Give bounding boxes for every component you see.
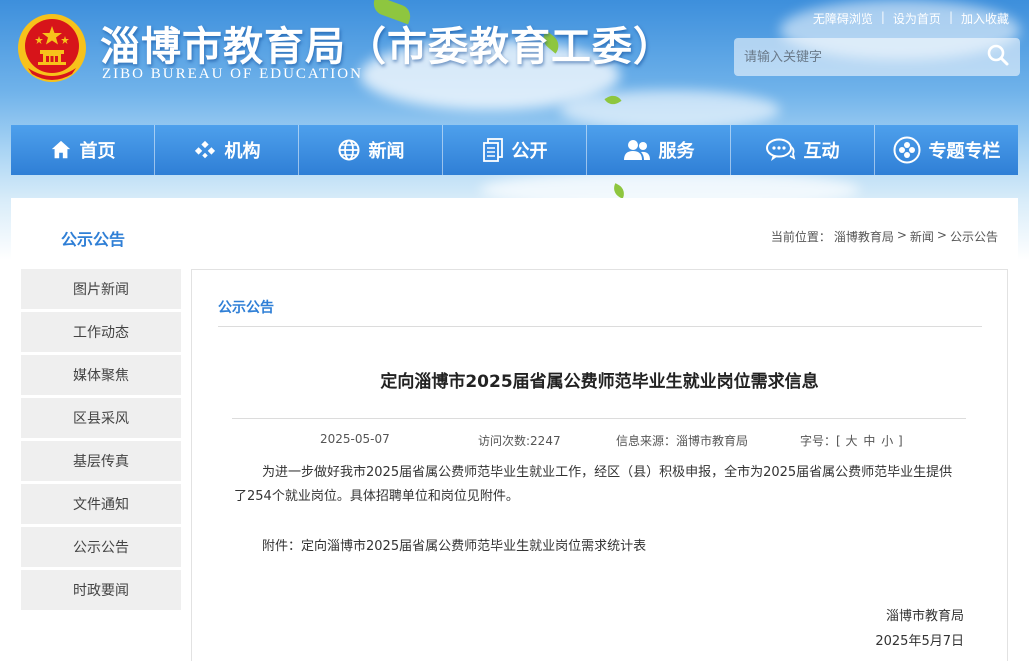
breadcrumb-news[interactable]: 新闻 [910,228,934,245]
nav-item-organization[interactable]: 机构 [155,125,299,175]
breadcrumb-separator: > [936,228,947,242]
nav-item-home[interactable]: 首页 [11,125,155,175]
sidebar-item-current-affairs[interactable]: 时政要闻 [21,570,181,610]
document-icon [482,138,504,162]
nav-label: 机构 [224,141,261,162]
search-box [734,38,1020,76]
nav-item-public[interactable]: 公开 [443,125,587,175]
accessibility-link[interactable]: 无障碍浏览 [813,10,873,27]
site-title: 淄博市教育局（市委教育工委） [100,23,674,70]
site-subtitle: ZIBO BUREAU OF EDUCATION [102,66,363,82]
panel-title: 公示公告 [218,300,274,316]
special-icon [893,136,921,164]
article-title: 定向淄博市2025届省属公费师范毕业生就业岗位需求信息 [380,372,819,392]
sidebar-item-notices[interactable]: 文件通知 [21,484,181,524]
search-input[interactable] [734,38,976,76]
nav-label: 新闻 [368,141,405,162]
breadcrumb: 当前位置： 淄博教育局 > 新闻 > 公示公告 [771,228,998,245]
content-area: 公示公告 当前位置： 淄博教育局 > 新闻 > 公示公告 图片新闻 工作动态 媒… [11,198,1018,661]
breadcrumb-home[interactable]: 淄博教育局 [834,228,894,245]
font-size-small[interactable]: 小 [881,434,893,448]
breadcrumb-current[interactable]: 公示公告 [950,228,998,245]
home-icon [50,139,72,161]
article-date: 2025-05-07 [320,432,390,446]
search-button[interactable] [976,38,1020,76]
nav-item-news[interactable]: 新闻 [299,125,443,175]
add-favorite-link[interactable]: 加入收藏 [961,10,1009,27]
article-body: 为进一步做好我市2025届省属公费师范毕业生就业工作，经区（县）积极申报，全市为… [234,465,953,504]
article-visits: 访问次数:2247 [478,434,561,448]
font-size-selector: 字号：[ 大 中 小 ] [800,432,903,449]
signature-org: 淄博市教育局 [885,609,964,624]
nav-label: 互动 [803,141,840,162]
font-size-medium[interactable]: 中 [863,434,875,448]
national-emblem-icon [16,12,88,84]
main-nav: 首页 机构 新闻 公开 服务 互动 专题专栏 [11,125,1018,175]
chat-icon [765,138,796,162]
sidebar-item-district-news[interactable]: 区县采风 [21,398,181,438]
nav-label: 首页 [79,141,116,162]
nav-item-interaction[interactable]: 互动 [731,125,875,175]
users-icon [623,139,651,161]
breadcrumb-prefix: 当前位置： [770,230,831,244]
nav-item-service[interactable]: 服务 [587,125,731,175]
site-header: 淄博市教育局（市委教育工委） ZIBO BUREAU OF EDUCATION … [0,0,1029,120]
nav-label: 专题专栏 [928,141,1001,162]
font-size-end: ] [898,434,903,448]
signature-date: 2025年5月7日 [875,634,964,649]
attachment-label: 附件： [262,539,302,554]
article-source: 信息来源：淄博市教育局 [616,434,749,448]
divider [232,418,966,419]
sidebar-item-media-focus[interactable]: 媒体聚焦 [21,355,181,395]
sidebar-item-announcements[interactable]: 公示公告 [21,527,181,567]
search-icon [986,43,1010,71]
font-size-large[interactable]: 大 [846,434,858,448]
attachment-link[interactable]: 定向淄博市2025届省属公费师范毕业生就业岗位需求统计表 [301,539,646,554]
sidebar-item-grassroots[interactable]: 基层传真 [21,441,181,481]
globe-icon [337,138,361,162]
article-panel: 公示公告 定向淄博市2025届省属公费师范毕业生就业岗位需求信息 2025-05… [191,269,1008,661]
link-separator: | [948,10,953,24]
nav-label: 公开 [511,141,548,162]
nav-item-special[interactable]: 专题专栏 [875,125,1018,175]
divider [218,326,982,327]
org-icon [193,139,217,161]
sidebar-item-photo-news[interactable]: 图片新闻 [21,269,181,309]
link-separator: | [880,10,885,24]
section-title: 公示公告 [61,230,126,249]
sidebar: 图片新闻 工作动态 媒体聚焦 区县采风 基层传真 文件通知 公示公告 时政要闻 [21,269,181,613]
sidebar-item-work-updates[interactable]: 工作动态 [21,312,181,352]
attachment: 附件：定向淄博市2025届省属公费师范毕业生就业岗位需求统计表 [262,535,646,554]
set-homepage-link[interactable]: 设为首页 [893,10,941,27]
font-size-label: 字号：[ [800,434,841,448]
top-links: 无障碍浏览 | 设为首页 | 加入收藏 [813,10,1009,27]
nav-label: 服务 [658,141,695,162]
breadcrumb-separator: > [896,228,907,242]
